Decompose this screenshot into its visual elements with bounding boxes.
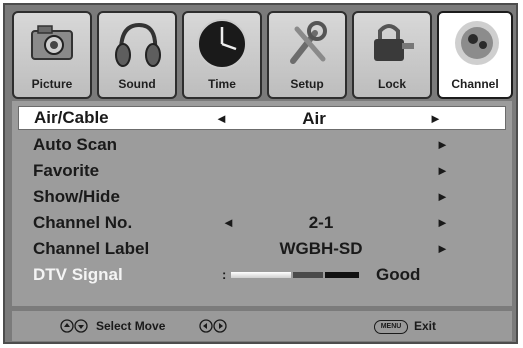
row-label: DTV Signal bbox=[33, 265, 123, 284]
exit-hint: Exit bbox=[414, 319, 437, 333]
right-arrow-icon[interactable]: ► bbox=[436, 241, 449, 256]
tab-label: Picture bbox=[31, 77, 73, 91]
row-label: Air/Cable bbox=[34, 108, 109, 127]
signal-bar-segment bbox=[293, 272, 323, 278]
row-value: WGBH-SD bbox=[279, 239, 363, 258]
right-arrow-icon[interactable]: ► bbox=[436, 215, 449, 230]
tab-time[interactable]: Time bbox=[182, 11, 262, 99]
select-move-hint: Select Move bbox=[96, 319, 166, 333]
lock-icon bbox=[374, 24, 414, 61]
row-label: Auto Scan bbox=[33, 135, 118, 154]
signal-separator: : bbox=[222, 267, 227, 282]
tab-label: Sound bbox=[118, 77, 156, 91]
headphones-icon bbox=[115, 22, 161, 67]
tab-label: Lock bbox=[377, 77, 406, 91]
tab-lock[interactable]: Lock bbox=[352, 11, 432, 99]
tab-picture[interactable]: Picture bbox=[12, 11, 92, 99]
right-arrow-icon[interactable]: ► bbox=[436, 189, 449, 204]
channel-menu-panel: Air/Cable ◄ Air ► Auto Scan ► Favorite ►… bbox=[12, 101, 512, 306]
right-arrow-icon[interactable]: ► bbox=[429, 111, 442, 126]
signal-quality-text: Good bbox=[376, 265, 421, 284]
tools-icon bbox=[290, 21, 327, 64]
tab-sound[interactable]: Sound bbox=[97, 11, 177, 99]
menu-row-favorite[interactable]: Favorite ► bbox=[26, 159, 506, 183]
tab-setup[interactable]: Setup bbox=[267, 11, 347, 99]
right-arrow-icon[interactable]: ► bbox=[436, 137, 449, 152]
left-right-buttons-icon bbox=[199, 319, 227, 333]
menu-row-show-hide[interactable]: Show/Hide ► bbox=[26, 185, 506, 209]
tab-label: Channel bbox=[451, 77, 499, 91]
tab-channel[interactable]: Channel bbox=[437, 11, 513, 99]
satellite-dish-icon bbox=[455, 21, 499, 65]
tv-menu-frame: Picture Sound Time Setup Lock Channel Ai… bbox=[3, 3, 518, 344]
row-value: Air bbox=[302, 109, 326, 128]
menu-tabs: Picture Sound Time Setup Lock Channel bbox=[12, 11, 513, 101]
row-label: Favorite bbox=[33, 161, 100, 180]
row-label: Show/Hide bbox=[33, 187, 120, 206]
camera-icon bbox=[31, 25, 73, 60]
left-arrow-icon[interactable]: ◄ bbox=[215, 111, 228, 126]
up-down-buttons-icon bbox=[60, 319, 88, 333]
clock-icon bbox=[197, 19, 247, 69]
signal-bar-segment bbox=[325, 272, 359, 278]
tab-label: Time bbox=[208, 77, 236, 91]
menu-row-dtv-signal: DTV Signal : Good bbox=[26, 263, 506, 287]
tab-label: Setup bbox=[290, 77, 324, 91]
signal-bar-segment bbox=[231, 272, 291, 278]
row-value: 2-1 bbox=[308, 213, 334, 232]
menu-row-channel-no[interactable]: Channel No. ◄ 2-1 ► bbox=[26, 211, 506, 235]
menu-key-icon: MENU bbox=[374, 320, 408, 334]
menu-footer: Select Move MENU Exit bbox=[12, 311, 512, 341]
row-label: Channel Label bbox=[33, 239, 150, 258]
left-arrow-icon[interactable]: ◄ bbox=[222, 215, 235, 230]
row-label: Channel No. bbox=[33, 213, 133, 232]
menu-row-air-cable[interactable]: Air/Cable ◄ Air ► bbox=[18, 106, 506, 130]
menu-row-auto-scan[interactable]: Auto Scan ► bbox=[26, 133, 506, 157]
right-arrow-icon[interactable]: ► bbox=[436, 163, 449, 178]
signal-strength-bar bbox=[231, 272, 359, 278]
menu-row-channel-label[interactable]: Channel Label WGBH-SD ► bbox=[26, 237, 506, 261]
